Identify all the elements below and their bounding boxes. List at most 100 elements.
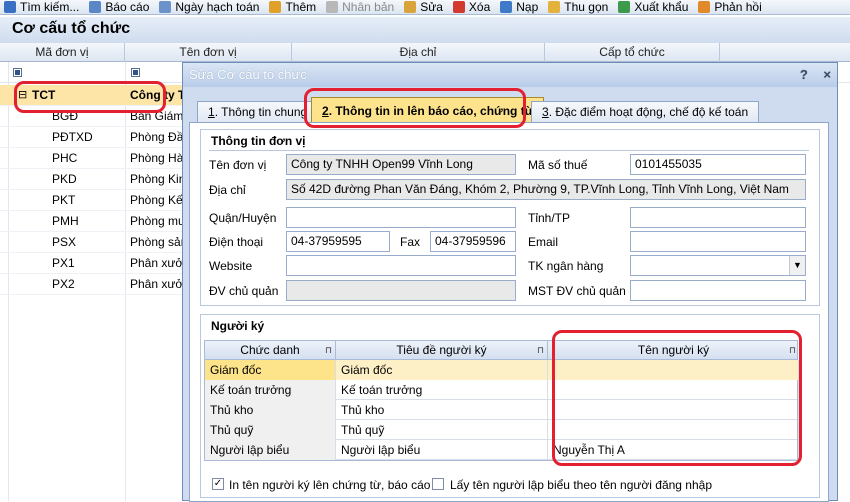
row-name: Phân xưởn	[130, 256, 185, 270]
toolbar-button-label: Xóa	[468, 0, 491, 14]
signer-row[interactable]: Thủ quỹ Thủ quỹ	[205, 420, 799, 440]
edit-org-dialog: Sửa Cơ cấu tổ chức ? × 1. Thông tin chun…	[182, 62, 838, 502]
row-code: TCT	[32, 88, 56, 102]
toolbar-button-5[interactable]: Sửa	[404, 1, 443, 13]
signer-name-cell[interactable]	[548, 420, 799, 440]
toolbar-button-8[interactable]: Thu gọn	[548, 1, 608, 13]
signer-grid-header: Chức danh ⊓ Tiêu đề người ký ⊓ Tên người k…	[205, 341, 797, 360]
tab-print-info[interactable]: 2. Thông tin in lên báo cáo, chứng từ	[311, 97, 545, 123]
signer-name-cell[interactable]	[548, 380, 799, 400]
col-header-code[interactable]: Mã đơn vị	[0, 43, 125, 62]
page-title: Cơ cấu tổ chức	[0, 17, 850, 43]
table-row[interactable]: ⊟ TCT Công ty T	[0, 85, 185, 106]
filter-code-icon[interactable]	[13, 68, 22, 77]
owner-tax-field[interactable]	[630, 280, 806, 301]
close-icon[interactable]: ×	[823, 67, 831, 82]
export-icon	[618, 1, 631, 13]
table-row[interactable]: PSX Phòng sản	[0, 232, 185, 253]
toolbar-button-label: Xuất khẩu	[634, 0, 689, 14]
toolbar-button-label: Thu gọn	[564, 0, 609, 14]
toolbar-button-label: Thêm	[285, 0, 317, 14]
owner-unit-field[interactable]	[286, 280, 516, 301]
fax-field[interactable]: 04-37959596	[430, 231, 516, 252]
row-code: PX1	[52, 256, 75, 270]
row-code: BGĐ	[52, 109, 79, 123]
phone-field[interactable]: 04-37959595	[286, 231, 390, 252]
signer-name-cell[interactable]: Nguyễn Thị A	[548, 440, 799, 460]
province-field[interactable]	[630, 207, 806, 228]
email-label: Email	[528, 235, 559, 249]
signer-row[interactable]: Thủ kho Thủ kho	[205, 400, 799, 420]
row-code: PHC	[52, 151, 78, 165]
toolbar-button-4[interactable]: Nhân bản	[326, 1, 394, 13]
district-field[interactable]	[286, 207, 516, 228]
toolbar-button-0[interactable]: Tìm kiếm...	[4, 1, 79, 13]
table-row[interactable]: BGĐ Ban Giám	[0, 106, 185, 127]
table-row[interactable]: PKT Phòng Kế t	[0, 190, 185, 211]
table-row[interactable]: PMH Phòng mua	[0, 211, 185, 232]
address-field[interactable]: Số 42D đường Phan Văn Đáng, Khóm 2, Phườ…	[286, 179, 806, 200]
fax-label: Fax	[400, 235, 421, 249]
toolbar-button-10[interactable]: Phản hồi	[698, 1, 762, 13]
tax-code-field[interactable]: 0101455035	[630, 154, 806, 175]
table-row[interactable]: PĐTXD Phòng Đầu	[0, 127, 185, 148]
signer-title-cell[interactable]: Người lập biểu	[336, 440, 548, 460]
table-row[interactable]: PX2 Phân xưởn	[0, 274, 185, 295]
chevron-down-icon[interactable]: ▼	[789, 256, 805, 275]
col-header-level[interactable]: Cấp tổ chức	[545, 43, 720, 62]
row-name: Phân xưởn	[130, 277, 185, 291]
col-header-address[interactable]: Địa chỉ	[292, 43, 545, 62]
collapse-icon[interactable]: ⊟	[18, 85, 27, 106]
signer-title-cell[interactable]: Kế toán trưởng	[336, 380, 548, 400]
pin-icon[interactable]: ⊓	[789, 341, 796, 360]
table-row[interactable]: PKD Phòng Kinh	[0, 169, 185, 190]
signer-title-cell[interactable]: Thủ quỹ	[336, 420, 548, 440]
toolbar-button-label: Nhân bản	[342, 0, 395, 14]
toolbar-button-2[interactable]: Ngày hạch toán	[159, 1, 259, 13]
refresh-icon	[500, 1, 513, 13]
signer-name-cell[interactable]	[548, 400, 799, 420]
website-field[interactable]	[286, 255, 516, 276]
toolbar-button-9[interactable]: Xuất khẩu	[618, 1, 688, 13]
row-code: PX2	[52, 277, 75, 291]
owner-tax-label: MST ĐV chủ quản	[528, 284, 626, 298]
signer-role-cell[interactable]: Kế toán trưởng	[205, 380, 336, 400]
col-header-role[interactable]: Chức danh ⊓	[205, 341, 336, 360]
toolbar-button-1[interactable]: Báo cáo	[89, 1, 149, 13]
tab-operation-info[interactable]: 3. Đặc điểm hoạt động, chế độ kế toán	[531, 101, 760, 123]
pin-icon[interactable]: ⊓	[325, 341, 332, 360]
signer-role-cell[interactable]: Thủ kho	[205, 400, 336, 420]
toolbar-button-3[interactable]: Thêm	[269, 1, 316, 13]
unit-name-field[interactable]: Công ty TNHH Open99 Vĩnh Long	[286, 154, 516, 175]
edit-icon	[404, 1, 417, 13]
toolbar-button-7[interactable]: Nạp	[500, 1, 538, 13]
signer-row[interactable]: Kế toán trưởng Kế toán trưởng	[205, 380, 799, 400]
use-login-checkbox[interactable]	[432, 478, 444, 490]
row-name: Ban Giám	[130, 109, 184, 123]
signer-title-cell[interactable]: Giám đốc	[336, 360, 548, 380]
bank-account-select[interactable]: ▼	[630, 255, 806, 276]
row-code: PKT	[52, 193, 76, 207]
col-header-name[interactable]: Tên đơn vị	[125, 43, 292, 62]
help-icon[interactable]: ?	[800, 67, 808, 82]
signer-title-cell[interactable]: Thủ kho	[336, 400, 548, 420]
signer-row[interactable]: Giám đốc Giám đốc	[205, 360, 799, 380]
table-row[interactable]: PHC Phòng Hàn	[0, 148, 185, 169]
col-header-signer-name[interactable]: Tên người ký ⊓	[548, 341, 799, 360]
toolbar-button-label: Nạp	[516, 0, 539, 14]
toolbar-button-6[interactable]: Xóa	[452, 0, 491, 14]
table-row[interactable]: PX1 Phân xưởn	[0, 253, 185, 274]
filter-name-icon[interactable]	[131, 68, 140, 77]
signer-title: Người ký	[211, 319, 265, 333]
pin-icon[interactable]: ⊓	[537, 341, 544, 360]
signer-row[interactable]: Người lập biểu Người lập biểu Nguyễn Thị A	[205, 440, 799, 460]
print-signer-checkbox[interactable]: ✓	[212, 478, 224, 490]
dialog-title: Sửa Cơ cấu tổ chức	[189, 67, 307, 82]
signer-role-cell[interactable]: Giám đốc	[205, 360, 336, 380]
signer-role-cell[interactable]: Người lập biểu	[205, 440, 336, 460]
email-field[interactable]	[630, 231, 806, 252]
tab-general-info[interactable]: 1. Thông tin chung	[197, 101, 319, 123]
signer-name-cell[interactable]	[548, 360, 799, 380]
signer-role-cell[interactable]: Thủ quỹ	[205, 420, 336, 440]
col-header-signer-title[interactable]: Tiêu đề người ký ⊓	[336, 341, 548, 360]
